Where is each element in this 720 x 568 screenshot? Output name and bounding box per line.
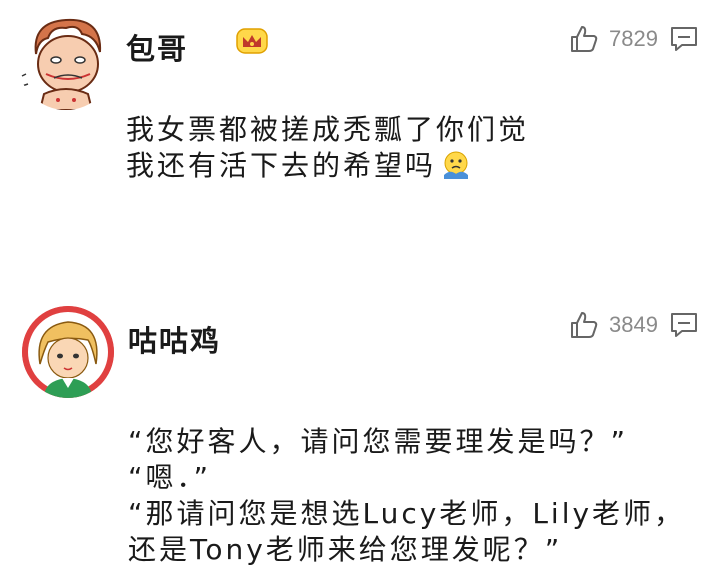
comment-text: 我女票都被搓成秃瓢了你们觉 我还有活下去的希望吗 — [126, 112, 529, 184]
like-count: 3849 — [609, 312, 658, 337]
avatar[interactable] — [22, 306, 114, 398]
comment-actions: 7829 — [569, 24, 698, 54]
like-count: 7829 — [609, 26, 658, 51]
thumbs-up-icon[interactable] — [569, 24, 599, 54]
crown-icon — [236, 28, 268, 54]
comment-text: “您好客人，请问您需要理发是吗？” “嗯．” “那请问您是想选Lucy老师，Li… — [128, 424, 685, 568]
comment-line: 我女票都被搓成秃瓢了你们觉 — [126, 113, 530, 146]
comment-item: 咕咕鸡 3849 “您好客人，请问您需要理发是吗？” “嗯．” “那请问您是想选… — [0, 290, 720, 566]
cartoon-avatar-icon — [22, 306, 114, 398]
thumbs-up-icon[interactable] — [569, 310, 599, 340]
worried-face-emoji-icon — [440, 149, 472, 181]
comment-item: 包哥 7829 我女票都被搓成秃瓢了你们觉 我还有活下去的希望吗 — [0, 0, 720, 260]
comment-reply-icon[interactable] — [670, 26, 698, 52]
comment-line: “您好客人，请问您需要理发是吗？” — [128, 425, 629, 458]
comment-line: “那请问您是想选Lucy老师，Lily老师， — [128, 497, 686, 530]
username[interactable]: 咕咕鸡 — [128, 318, 221, 360]
comment-actions: 3849 — [569, 310, 698, 340]
comment-reply-icon[interactable] — [670, 312, 698, 338]
username[interactable]: 包哥 — [126, 26, 188, 68]
comment-line: “嗯．” — [128, 461, 212, 494]
comment-line-text: 我还有活下去的希望吗 — [126, 149, 437, 182]
comment-line-with-emoji: 我还有活下去的希望吗 — [126, 148, 529, 184]
avatar[interactable] — [18, 14, 114, 110]
cartoon-avatar-icon — [18, 14, 114, 110]
